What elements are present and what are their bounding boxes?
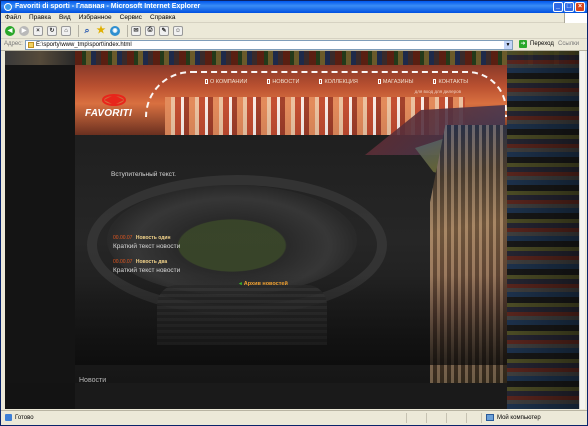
dealer-login-link[interactable]: для вход для дилеров [415, 89, 461, 94]
menu-help[interactable]: Справка [150, 14, 176, 21]
logo-text: FAVORITI [85, 108, 132, 119]
top-stripe-band [75, 51, 575, 65]
menu-edit[interactable]: Правка [29, 14, 51, 21]
mail-icon[interactable]: ✉ [131, 25, 141, 36]
media-icon[interactable]: ◉ [110, 25, 120, 36]
news-section-title: Новости [79, 377, 107, 384]
nav-about[interactable]: О КОМПАНИИ [205, 79, 247, 85]
chevron-down-icon[interactable]: ▼ [504, 41, 512, 49]
menu-tools[interactable]: Сервис [120, 14, 142, 21]
address-bar: Адрес: E:\sporty\www_tmp\sport\index.htm… [1, 39, 587, 51]
news-date: 00.00.07 [113, 235, 133, 241]
news-summary: Краткий текст новости [113, 243, 181, 250]
forward-icon[interactable]: ▶ [19, 25, 29, 36]
status-divider [406, 413, 407, 423]
intro-text: Вступительный текст. [111, 171, 176, 178]
news-title-link[interactable]: Новость один [136, 235, 171, 241]
news-list: 00.00.07 Новость один Краткий текст ново… [113, 235, 180, 283]
menu-file[interactable]: Файл [5, 14, 21, 21]
news-title-link[interactable]: Новость два [136, 259, 167, 265]
minimize-button[interactable]: _ [553, 2, 563, 12]
address-url: E:\sporty\www_tmp\sport\index.html [36, 42, 132, 48]
news-item: 00.00.07 Новость один Краткий текст ново… [113, 235, 180, 250]
logo-mark-icon [102, 94, 126, 106]
maximize-button[interactable]: □ [564, 2, 574, 12]
status-text: Готово [15, 414, 34, 421]
home-icon[interactable]: ⌂ [61, 25, 71, 36]
ie-app-icon [4, 3, 12, 11]
menu-favorites[interactable]: Избранное [79, 14, 112, 21]
address-input[interactable]: E:\sporty\www_tmp\sport\index.html ▼ [25, 40, 513, 50]
nav-contacts[interactable]: КОНТАКТЫ [433, 79, 468, 85]
title-bar: Favoriti di sporti - Главная - Microsoft… [1, 1, 587, 13]
vertical-scrollbar[interactable] [579, 51, 585, 409]
menu-view[interactable]: Вид [59, 14, 71, 21]
toolbar-separator [127, 24, 128, 37]
links-button[interactable]: Ссылки [558, 41, 579, 47]
window-controls: _ □ × [553, 2, 585, 12]
nav-shops[interactable]: МАГАЗИНЫ [377, 79, 413, 85]
zone-text: Мой компьютер [497, 414, 541, 421]
left-top-band [5, 51, 75, 65]
close-button[interactable]: × [575, 2, 585, 12]
address-label: Адрес: [4, 41, 23, 47]
window-title: Favoriti di sporti - Главная - Microsoft… [15, 3, 201, 10]
back-icon[interactable]: ◀ [5, 25, 15, 36]
left-footer-block [5, 383, 75, 409]
page-icon [28, 42, 34, 48]
lower-shade [75, 275, 507, 365]
toolbar-separator [78, 24, 79, 37]
messenger-icon[interactable]: ☺ [173, 25, 183, 36]
site-main: FAVORITI О КОМПАНИИ НОВОСТИ КОЛЛЕКЦИЯ МА… [75, 65, 507, 383]
refresh-icon[interactable]: ↻ [47, 25, 57, 36]
status-divider [426, 413, 427, 423]
status-divider [481, 413, 482, 423]
stop-icon[interactable]: × [33, 25, 43, 36]
page-viewport: FAVORITI О КОМПАНИИ НОВОСТИ КОЛЛЕКЦИЯ МА… [5, 51, 585, 409]
news-summary: Краткий текст новости [113, 267, 181, 274]
search-icon[interactable]: ⌕ [82, 25, 92, 36]
toolbar: ◀ ▶ × ↻ ⌂ ⌕ ★ ◉ ✉ ⎙ ✎ ☺ [1, 23, 587, 39]
arrow-right-icon: ◂ [239, 281, 242, 287]
go-button[interactable]: Переход [530, 41, 554, 47]
my-computer-icon [486, 414, 494, 421]
edit-icon[interactable]: ✎ [159, 25, 169, 36]
left-dark-panel [5, 51, 75, 409]
menu-bar: Файл Правка Вид Избранное Сервис Справка [1, 13, 587, 23]
favorites-star-icon[interactable]: ★ [96, 25, 106, 36]
news-archive-link[interactable]: ◂ Архив новостей [239, 281, 288, 287]
status-divider [466, 413, 467, 423]
print-icon[interactable]: ⎙ [145, 25, 155, 36]
footer-bar [75, 383, 507, 409]
right-stripe-panel [507, 51, 579, 409]
news-item: 00.00.07 Новость два Краткий текст новос… [113, 259, 180, 274]
nav-collection[interactable]: КОЛЛЕКЦИЯ [319, 79, 358, 85]
browser-window: Favoriti di sporti - Главная - Microsoft… [0, 0, 588, 426]
windows-logo-icon [564, 13, 587, 23]
status-divider [446, 413, 447, 423]
go-arrow-icon[interactable]: ➜ [519, 40, 527, 48]
status-bar: Готово Мой компьютер [1, 410, 587, 425]
site-nav: О КОМПАНИИ НОВОСТИ КОЛЛЕКЦИЯ МАГАЗИНЫ КО… [205, 79, 488, 85]
news-date: 00.00.07 [113, 259, 133, 265]
page-done-icon [5, 414, 12, 421]
nav-news[interactable]: НОВОСТИ [267, 79, 299, 85]
site-logo[interactable]: FAVORITI [85, 93, 145, 121]
